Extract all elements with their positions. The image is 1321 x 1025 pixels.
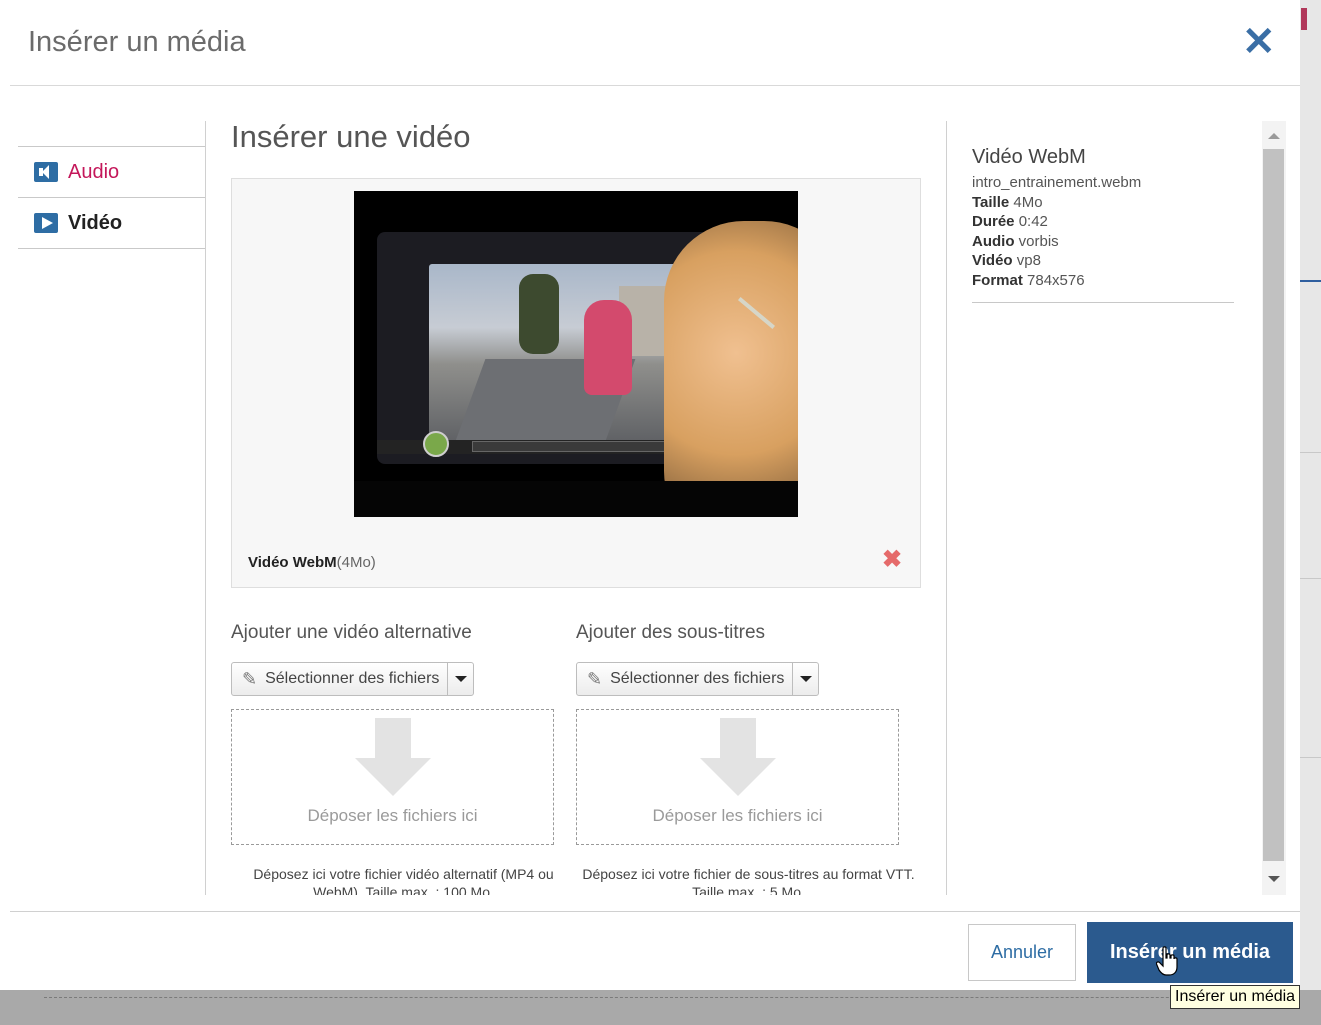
arrow-head: [355, 758, 431, 796]
divider: [972, 302, 1234, 303]
select-files-button[interactable]: ✎ Sélectionner des fichiers: [577, 663, 794, 695]
insert-media-dialog: Insérer un média ✕ Audio Vidéo Insérer u…: [0, 0, 1300, 990]
info-video-label: Vidéo: [972, 252, 1013, 269]
info-audio-value: vorbis: [1018, 232, 1059, 250]
paperclip-icon: ✎: [587, 668, 603, 689]
arrow-stem: [720, 718, 756, 758]
info-video: Vidéo vp8: [972, 251, 1141, 271]
subtitles-section: Ajouter des sous-titres ✎ Sélectionner d…: [576, 622, 915, 895]
paperclip-icon: ✎: [242, 668, 258, 689]
info-format-value: 784x576: [1027, 271, 1085, 289]
info-duration: Durée 0:42: [972, 212, 1141, 232]
info-audio: Audio vorbis: [972, 232, 1141, 252]
background-accent-line: [1300, 280, 1321, 282]
subtitles-help-text: Déposez ici votre fichier de sous-titres…: [582, 866, 915, 895]
hand-cursor-icon: [1156, 946, 1178, 976]
thumbnail-detail: [423, 431, 449, 457]
info-duration-label: Durée: [972, 213, 1015, 230]
file-label: Vidéo WebM(4Mo): [248, 554, 376, 571]
section-title: Insérer une vidéo: [231, 119, 471, 154]
file-size: (4Mo): [336, 554, 376, 571]
cancel-button[interactable]: Annuler: [968, 924, 1076, 981]
info-size: Taille 4Mo: [972, 193, 1141, 213]
arrow-head: [700, 758, 776, 796]
subtitles-heading: Ajouter des sous-titres: [576, 622, 766, 643]
chevron-down-icon[interactable]: [793, 663, 818, 695]
file-name: Vidéo WebM: [248, 554, 337, 571]
media-type-nav: Audio Vidéo: [18, 146, 205, 249]
thumbnail-detail: [354, 481, 798, 517]
alt-video-section: Ajouter une vidéo alternative ✎ Sélectio…: [231, 622, 561, 895]
background-line: [1300, 757, 1321, 758]
background-dashed-line: [44, 997, 1294, 998]
select-files-label: Sélectionner des fichiers: [265, 670, 440, 687]
select-files-label: Sélectionner des fichiers: [610, 670, 785, 687]
insert-media-button[interactable]: Insérer un média: [1087, 922, 1293, 983]
subtitles-dropzone[interactable]: Déposer les fichiers ici: [576, 709, 899, 845]
file-info-panel: Vidéo WebM intro_entrainement.webm Taill…: [946, 121, 1286, 895]
arrow-down-icon: [355, 718, 431, 798]
nav-item-label: Vidéo: [68, 211, 123, 234]
alt-video-help-text: Déposez ici votre fichier vidéo alternat…: [253, 866, 554, 895]
scroll-up-icon[interactable]: [1268, 133, 1280, 139]
divider: [205, 121, 206, 895]
background-line: [1300, 578, 1321, 579]
nav-item-audio[interactable]: Audio: [18, 147, 205, 198]
info-format: Format 784x576: [972, 271, 1141, 291]
info-duration-value: 0:42: [1018, 213, 1048, 230]
dialog-header: Insérer un média ✕: [10, 0, 1300, 86]
background-page-bottom: [0, 990, 1321, 1025]
info-format-label: Format: [972, 271, 1023, 289]
thumbnail-detail: [664, 221, 798, 517]
scroll-down-icon[interactable]: [1268, 876, 1280, 882]
arrow-stem: [375, 718, 411, 758]
alt-video-heading: Ajouter une vidéo alternative: [231, 622, 472, 643]
dropzone-text: Déposer les fichiers ici: [652, 806, 823, 825]
arrow-down-icon: [700, 718, 776, 798]
info-video-value: vp8: [1016, 252, 1041, 269]
chevron-down-icon[interactable]: [448, 663, 473, 695]
alt-video-select-button: ✎ Sélectionner des fichiers: [231, 662, 475, 696]
info-size-value: 4Mo: [1013, 193, 1043, 211]
background-marker: [1301, 8, 1307, 30]
close-icon[interactable]: ✕: [1242, 22, 1276, 62]
remove-file-icon[interactable]: ✖: [882, 545, 902, 574]
dialog-footer: Annuler Insérer un média: [10, 911, 1300, 990]
tooltip: Insérer un média: [1170, 985, 1301, 1009]
scrollbar-thumb[interactable]: [1263, 149, 1284, 861]
background-line: [1300, 452, 1321, 453]
scrollbar[interactable]: [1262, 121, 1286, 895]
subtitles-select-button: ✎ Sélectionner des fichiers: [576, 662, 820, 696]
info-title: Vidéo WebM: [972, 146, 1086, 168]
background-page-edge: [1300, 0, 1321, 1025]
thumbnail-scene: [429, 264, 684, 449]
video-preview-box: Vidéo WebM(4Mo) ✖: [231, 178, 921, 588]
thumbnail-detail: [584, 300, 632, 395]
alt-video-dropzone[interactable]: Déposer les fichiers ici: [231, 709, 554, 845]
info-audio-label: Audio: [972, 232, 1015, 250]
dropzone-text: Déposer les fichiers ici: [307, 806, 478, 825]
audio-icon: [34, 162, 58, 182]
thumbnail-detail: [519, 274, 559, 354]
info-meta: intro_entrainement.webm Taille 4Mo Durée…: [972, 173, 1141, 290]
dialog-title: Insérer un média: [28, 26, 246, 58]
info-filename: intro_entrainement.webm: [972, 174, 1142, 191]
nav-item-label: Audio: [68, 160, 120, 183]
select-files-button[interactable]: ✎ Sélectionner des fichiers: [232, 663, 449, 695]
nav-item-video[interactable]: Vidéo: [18, 198, 205, 249]
info-size-label: Taille: [972, 193, 1010, 211]
video-icon: [34, 213, 58, 233]
video-player[interactable]: [354, 191, 798, 517]
